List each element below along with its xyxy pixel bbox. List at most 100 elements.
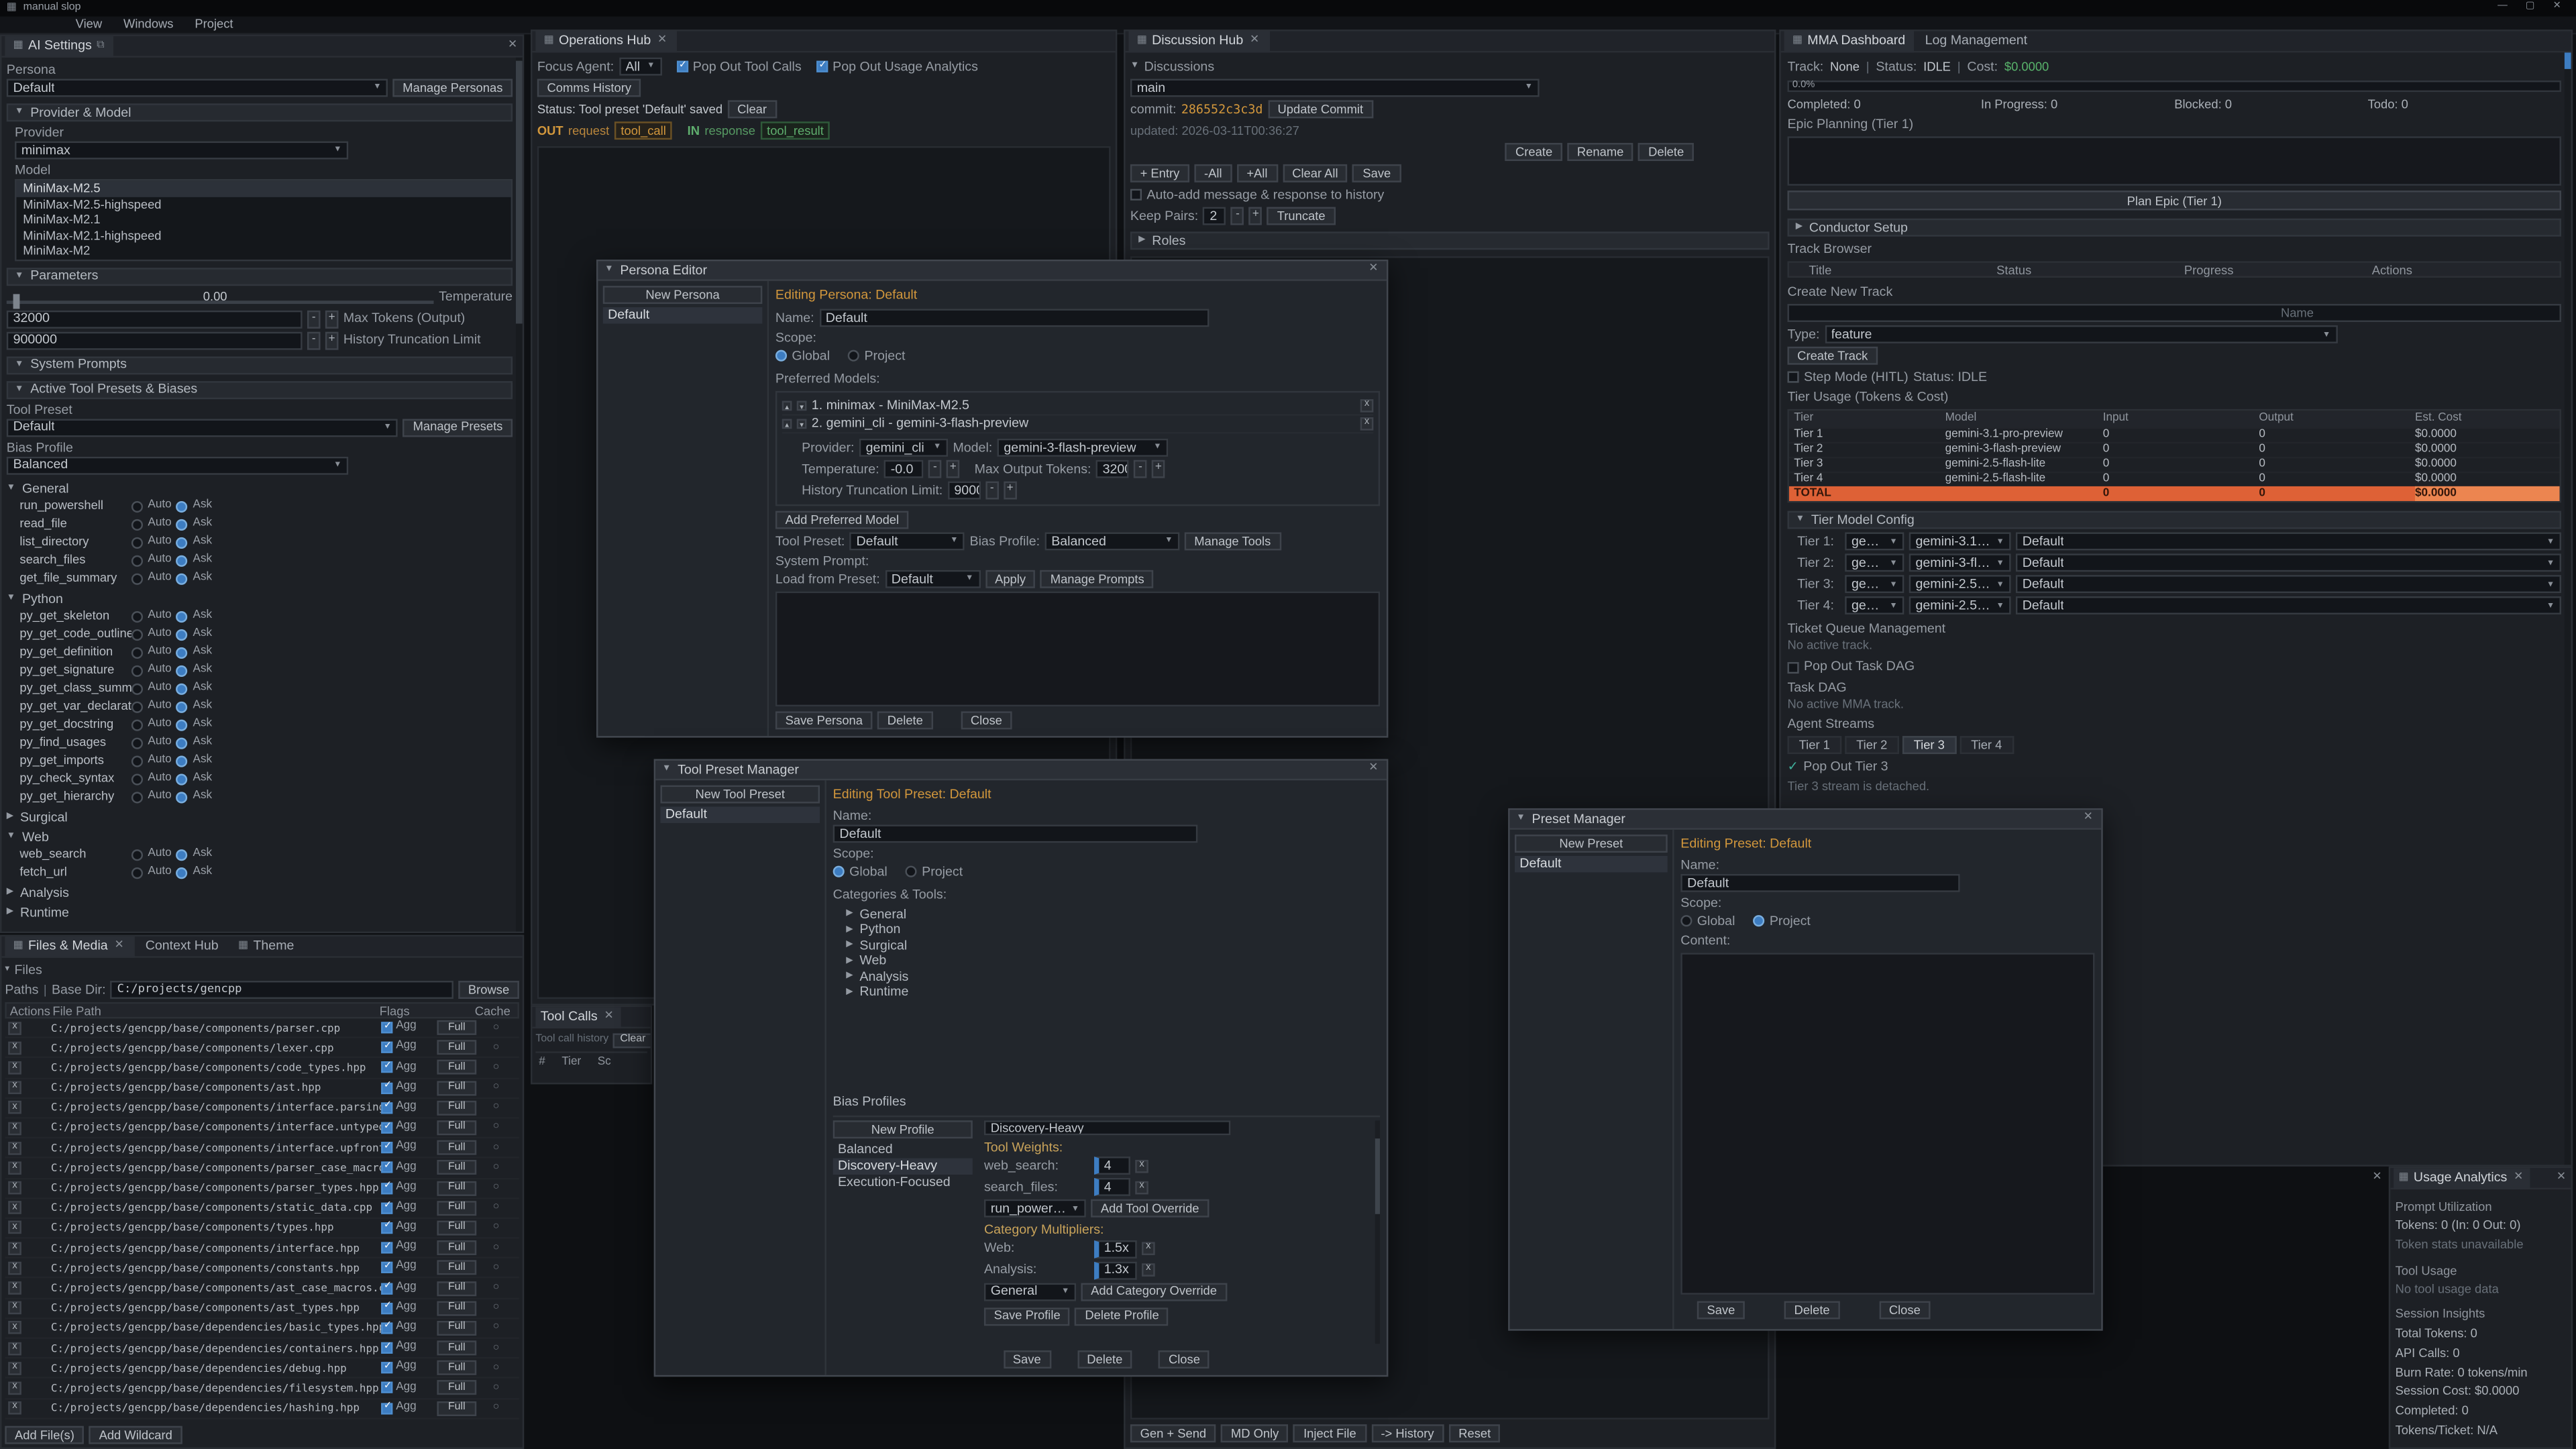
agg-checkbox[interactable] [381, 1162, 392, 1173]
auto-radio[interactable] [131, 773, 143, 784]
delete-profile-button[interactable]: Delete Profile [1075, 1307, 1169, 1325]
close-icon[interactable]: ✕ [2512, 1171, 2525, 1185]
auto-radio[interactable] [131, 537, 143, 548]
provider-select[interactable]: gemini▼ [1845, 576, 1904, 594]
ask-radio[interactable] [176, 665, 188, 676]
all-button[interactable]: +All [1237, 164, 1278, 182]
model-option[interactable]: MiniMax-M2.5-highspeed [16, 197, 511, 212]
tool-preset-select[interactable]: Default▼ [7, 418, 398, 436]
delete-button[interactable]: Delete [1077, 1350, 1133, 1368]
move-down-button[interactable]: ▼ [797, 401, 807, 411]
auto-radio[interactable] [131, 867, 143, 878]
full-button[interactable]: Full [437, 1240, 476, 1255]
browse-button[interactable]: Browse [458, 981, 519, 999]
system-prompt-textarea[interactable] [775, 592, 1380, 706]
tool-preset-name-input[interactable]: Default [833, 824, 1198, 843]
full-button[interactable]: Full [437, 1360, 476, 1375]
remove-file-button[interactable]: x [8, 1222, 21, 1235]
model-select[interactable]: gemini-2.5-flash-lite▼ [1909, 576, 2011, 594]
manage-tools-button[interactable]: Manage Tools [1185, 532, 1281, 550]
cache-indicator[interactable]: ○ [476, 1081, 516, 1095]
persona-list-item[interactable]: Default [603, 307, 763, 323]
category-override-select[interactable]: General▼ [984, 1282, 1076, 1300]
provider-select[interactable]: gemini▼ [1845, 554, 1904, 572]
preset-name-input[interactable]: Default [1680, 874, 1960, 892]
menu-windows[interactable]: Windows [123, 17, 174, 32]
auto-radio[interactable] [131, 629, 143, 640]
agg-checkbox[interactable] [381, 1182, 392, 1193]
full-button[interactable]: Full [437, 1321, 476, 1336]
close-icon[interactable]: ✕ [656, 34, 669, 48]
ask-radio[interactable] [176, 737, 188, 748]
category-surgical[interactable]: ▶Surgical [833, 938, 1381, 953]
keep-pairs-input[interactable]: 2 [1203, 207, 1226, 225]
remove-file-button[interactable]: x [8, 1041, 21, 1055]
decrement-icon[interactable]: - [985, 482, 999, 500]
panel-close-icon[interactable]: ✕ [2371, 1171, 2383, 1185]
remove-file-button[interactable]: x [8, 1181, 21, 1195]
clear-all-button[interactable]: Clear All [1283, 164, 1348, 182]
auto-add-checkbox[interactable] [1130, 189, 1142, 201]
tool-weight-input[interactable]: 4 [1094, 1157, 1130, 1175]
auto-radio[interactable] [131, 500, 143, 512]
step-mode-checkbox[interactable] [1787, 372, 1799, 383]
model-option[interactable]: MiniMax-M2.5 [16, 180, 511, 196]
tool-group-general[interactable]: ▼General [7, 480, 513, 496]
preset-select[interactable]: Default▼ [2016, 576, 2561, 594]
remove-file-button[interactable]: x [8, 1161, 21, 1175]
preset-select[interactable]: Default▼ [2016, 533, 2561, 551]
tool-group-analysis[interactable]: ▶Analysis [7, 885, 513, 901]
create-discussion-button[interactable]: Create [1505, 143, 1562, 161]
pop-out-task-dag-checkbox[interactable] [1787, 661, 1799, 673]
remove-weight-button[interactable]: x [1135, 1159, 1148, 1173]
clear-tool-calls-button[interactable]: Clear [614, 1033, 651, 1048]
remove-file-button[interactable]: x [8, 1342, 21, 1355]
close-button[interactable]: Close [961, 711, 1012, 729]
popout-icon[interactable]: ⧉ [97, 40, 104, 53]
manage-prompts-button[interactable]: Manage Prompts [1040, 570, 1154, 588]
remove-file-button[interactable]: x [8, 1141, 21, 1155]
remove-multiplier-button[interactable]: x [1142, 1242, 1155, 1255]
tab-log-management[interactable]: Log Management [1917, 30, 2035, 52]
gen-send-button[interactable]: Gen + Send [1130, 1424, 1216, 1442]
plan-epic-button[interactable]: Plan Epic (Tier 1) [1787, 191, 2561, 211]
agg-checkbox[interactable] [381, 1042, 392, 1053]
all-button[interactable]: -All [1194, 164, 1232, 182]
agg-checkbox[interactable] [381, 1403, 392, 1414]
history-truncation-input[interactable]: 900000 [948, 482, 981, 500]
agg-checkbox[interactable] [381, 1102, 392, 1114]
tab-mma-dashboard[interactable]: ▦ MMA Dashboard [1784, 30, 1914, 52]
tab-tool-calls[interactable]: Tool Calls ✕ [535, 1006, 620, 1028]
scrollbar-thumb[interactable] [1375, 1138, 1380, 1214]
bias-profile-item[interactable]: Execution-Focused [833, 1175, 973, 1191]
provider-select[interactable]: gemini▼ [1845, 533, 1904, 551]
ask-radio[interactable] [176, 537, 188, 548]
save-button[interactable]: Save [1353, 164, 1401, 182]
full-button[interactable]: Full [437, 1100, 476, 1115]
load-preset-select[interactable]: Default▼ [885, 570, 980, 588]
remove-multiplier-button[interactable]: x [1142, 1263, 1155, 1277]
max-tokens-input[interactable]: 32000 [7, 310, 303, 328]
conductor-setup-section[interactable]: ▶Conductor Setup [1787, 219, 2561, 237]
remove-file-button[interactable]: x [8, 1242, 21, 1255]
scope-global-radio[interactable] [775, 350, 787, 362]
check-icon[interactable]: ✓ [1787, 759, 1798, 775]
full-button[interactable]: Full [437, 1181, 476, 1195]
full-button[interactable]: Full [437, 1120, 476, 1135]
agg-checkbox[interactable] [381, 1342, 392, 1354]
increment-icon[interactable]: + [325, 331, 339, 349]
provider-select[interactable]: gemini▼ [1845, 597, 1904, 615]
scrollbar-thumb[interactable] [2565, 52, 2571, 68]
agg-checkbox[interactable] [381, 1062, 392, 1073]
agg-checkbox[interactable] [381, 1082, 392, 1093]
save-button[interactable]: Save [1697, 1301, 1745, 1320]
save-button[interactable]: Save [1003, 1350, 1051, 1368]
slider-handle[interactable] [13, 293, 20, 308]
truncate-button[interactable]: Truncate [1267, 207, 1335, 225]
close-icon[interactable]: ✕ [1367, 263, 1380, 277]
minimize-icon[interactable]: — [2498, 2, 2508, 14]
full-button[interactable]: Full [437, 1221, 476, 1236]
temperature-input[interactable]: -0.0 [884, 460, 924, 478]
ask-radio[interactable] [176, 647, 188, 658]
cache-indicator[interactable]: ○ [476, 1102, 516, 1115]
